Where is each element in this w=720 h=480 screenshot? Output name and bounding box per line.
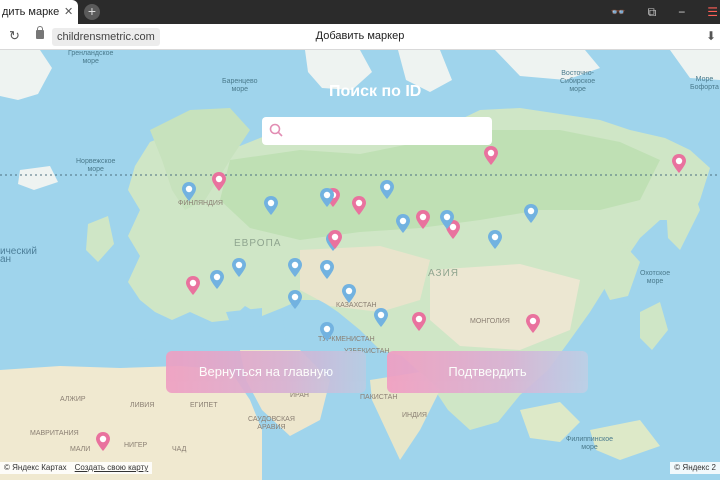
map-marker-pink[interactable] — [672, 154, 686, 173]
map-marker-blue[interactable] — [440, 210, 454, 229]
minimize-icon[interactable]: − — [678, 0, 685, 24]
browser-tab[interactable]: дить маркер ✕ — [0, 0, 78, 24]
map-label-finland: ФИНЛЯНДИЯ — [178, 200, 223, 207]
map-marker-pink[interactable] — [412, 312, 426, 331]
map-label-greenland: Гренландское море — [68, 50, 114, 65]
map-marker-pink[interactable] — [212, 172, 226, 191]
map-marker-blue[interactable] — [488, 230, 502, 249]
address-bar: ↻ childrensmetric.com Добавить маркер ⬇ — [0, 24, 720, 50]
map-canvas[interactable]: Баренцево море Гренландское море Норвежско… — [0, 50, 720, 480]
map-marker-blue[interactable] — [380, 180, 394, 199]
map-marker-blue[interactable] — [288, 258, 302, 277]
map-label-okhotsk: Охотское море — [640, 270, 671, 285]
map-label-egypt: ЕГИПЕТ — [190, 402, 218, 409]
search-title: Поиск по ID — [329, 83, 422, 100]
create-map-link[interactable]: Создать свою карту — [75, 462, 149, 474]
map-marker-blue[interactable] — [210, 270, 224, 289]
map-label-mali: МАЛИ — [70, 446, 91, 453]
map-label-chad: ЧАД — [172, 446, 187, 453]
close-tab-icon[interactable]: ✕ — [64, 5, 73, 19]
map-label-kazakhstan: КАЗАХСТАН — [336, 302, 377, 309]
yandex-copyright-right: © Яндекс 2 — [670, 462, 720, 474]
back-to-home-button[interactable]: Вернуться на главную — [166, 351, 366, 393]
map-label-iran: ИРАН — [290, 392, 309, 399]
map-marker-pink[interactable] — [484, 146, 498, 165]
browser-tab-bar: дить маркер ✕ + 👓 ⧉ − ☰ — [0, 0, 720, 24]
map-marker-blue[interactable] — [182, 182, 196, 201]
snapshot-icon[interactable]: ⧉ — [648, 0, 657, 24]
map-marker-blue[interactable] — [396, 214, 410, 233]
map-marker-pink[interactable] — [526, 314, 540, 333]
map-label-mongolia: МОНГОЛИЯ — [470, 318, 510, 325]
new-tab-button[interactable]: + — [84, 4, 100, 20]
download-icon[interactable]: ⬇ — [706, 29, 716, 43]
map-marker-blue[interactable] — [524, 204, 538, 223]
map-label-atlantic: ический ан — [0, 246, 37, 265]
yandex-copyright: © Яндекс Картах — [4, 463, 67, 472]
map-marker-blue[interactable] — [374, 308, 388, 327]
map-label-niger: НИГЕР — [124, 442, 148, 449]
map-marker-blue[interactable] — [320, 188, 334, 207]
map-marker-blue[interactable] — [264, 196, 278, 215]
world-map — [0, 50, 720, 480]
close-window-icon[interactable]: ☰ — [707, 0, 718, 24]
map-label-algeria: АЛЖИР — [60, 396, 86, 403]
tab-title: дить маркер — [2, 6, 60, 18]
search-icon — [269, 123, 283, 137]
map-label-east-siberian: Восточно- Сибирское море — [560, 70, 596, 93]
map-label-asia: АЗИЯ — [428, 268, 460, 279]
map-marker-blue[interactable] — [342, 284, 356, 303]
search-input[interactable] — [262, 117, 492, 145]
map-label-mauritania: МАВРИТАНИЯ — [30, 430, 79, 437]
map-label-libya: ЛИВИЯ — [130, 402, 155, 409]
map-marker-blue[interactable] — [320, 260, 334, 279]
map-marker-blue[interactable] — [288, 290, 302, 309]
map-marker-pink[interactable] — [352, 196, 366, 215]
map-marker-pink[interactable] — [328, 230, 342, 249]
glasses-icon[interactable]: 👓 — [611, 0, 626, 24]
map-label-india: ИНДИЯ — [402, 412, 427, 419]
map-marker-pink[interactable] — [186, 276, 200, 295]
map-marker-pink[interactable] — [416, 210, 430, 229]
map-attribution: © Яндекс Картах Создать свою карту — [0, 462, 153, 474]
map-label-barents: Баренцево море — [222, 78, 258, 93]
map-label-norwegian: Норвежское море — [76, 158, 116, 173]
map-label-beaufort: Море Бофорта — [690, 76, 719, 91]
map-label-philippine: Филиппинское море — [566, 436, 614, 451]
page-title: Добавить маркер — [315, 30, 405, 42]
map-label-pakistan: ПАКИСТАН — [360, 394, 398, 401]
map-label-europe: ЕВРОПА — [234, 238, 282, 249]
map-marker-pink[interactable] — [96, 432, 110, 451]
map-label-saudi: САУДОВСКАЯ АРАВИЯ — [248, 416, 295, 431]
confirm-button[interactable]: Подтвердить — [387, 351, 588, 393]
window-controls: 👓 ⧉ − ☰ — [589, 0, 720, 24]
map-marker-blue[interactable] — [232, 258, 246, 277]
map-marker-blue[interactable] — [320, 322, 334, 341]
